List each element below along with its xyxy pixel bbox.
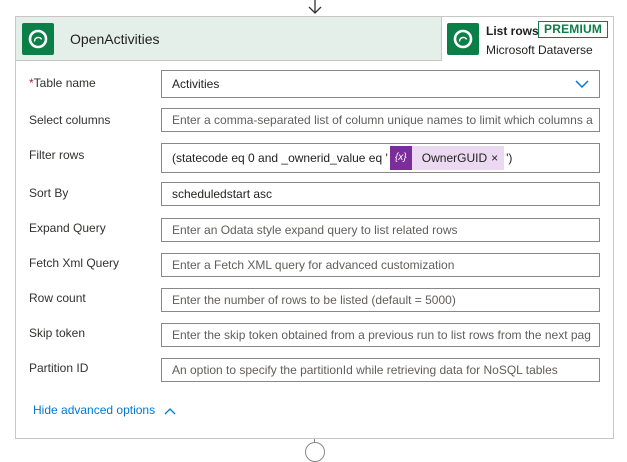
expand-query-label: Expand Query bbox=[29, 221, 106, 235]
sort-by-input[interactable]: scheduledstart asc bbox=[161, 182, 600, 206]
table-name-label: *Table name bbox=[29, 76, 96, 90]
sort-by-label: Sort By bbox=[29, 186, 69, 200]
skip-token-label: Skip token bbox=[29, 326, 86, 340]
filter-prefix: (statecode eq 0 and _ownerid_value eq ' bbox=[172, 151, 388, 165]
filter-rows-label: Filter rows bbox=[29, 148, 85, 162]
row-count-input[interactable]: Enter the number of rows to be listed (d… bbox=[161, 288, 600, 312]
dynamic-content-token[interactable]: {x} OwnerGUID × bbox=[389, 145, 505, 170]
fetch-xml-input[interactable]: Enter a Fetch XML query for advanced cus… bbox=[161, 253, 600, 277]
card-header[interactable]: OpenActivities List rows PREMIUM Microso… bbox=[16, 17, 613, 61]
fetch-xml-label: Fetch Xml Query bbox=[29, 256, 120, 270]
filter-rows-input[interactable]: (statecode eq 0 and _ownerid_value eq '{… bbox=[161, 143, 600, 173]
token-label: OwnerGUID bbox=[421, 150, 488, 165]
add-step-button[interactable] bbox=[305, 442, 325, 462]
flow-arrow-down-icon bbox=[308, 0, 322, 14]
step-title[interactable]: OpenActivities bbox=[70, 31, 159, 47]
chevron-down-icon bbox=[575, 80, 589, 89]
select-columns-label: Select columns bbox=[29, 113, 111, 127]
connector-name: Microsoft Dataverse bbox=[486, 43, 593, 57]
action-name: List rows bbox=[486, 24, 539, 38]
table-name-value: Activities bbox=[172, 77, 220, 91]
expand-query-input[interactable]: Enter an Odata style expand query to lis… bbox=[161, 218, 600, 242]
dataverse-icon bbox=[447, 23, 479, 55]
variable-icon: {x} bbox=[389, 145, 412, 170]
skip-token-input[interactable]: Enter the skip token obtained from a pre… bbox=[161, 323, 600, 347]
premium-badge: PREMIUM bbox=[538, 21, 609, 38]
row-count-label: Row count bbox=[29, 291, 86, 305]
table-name-dropdown[interactable]: Activities bbox=[161, 70, 600, 98]
token-remove-button[interactable]: × bbox=[491, 146, 504, 170]
partition-id-input[interactable]: An option to specify the partitionId whi… bbox=[161, 358, 600, 382]
chevron-up-icon bbox=[164, 407, 176, 415]
filter-suffix: ') bbox=[506, 151, 513, 165]
hide-advanced-options-link[interactable]: Hide advanced options bbox=[33, 403, 176, 417]
dataverse-icon bbox=[22, 23, 54, 55]
action-card: OpenActivities List rows PREMIUM Microso… bbox=[15, 16, 614, 439]
select-columns-input[interactable]: Enter a comma-separated list of column u… bbox=[161, 108, 600, 132]
action-info-panel[interactable]: List rows PREMIUM Microsoft Dataverse bbox=[441, 17, 613, 61]
partition-id-label: Partition ID bbox=[29, 361, 89, 375]
